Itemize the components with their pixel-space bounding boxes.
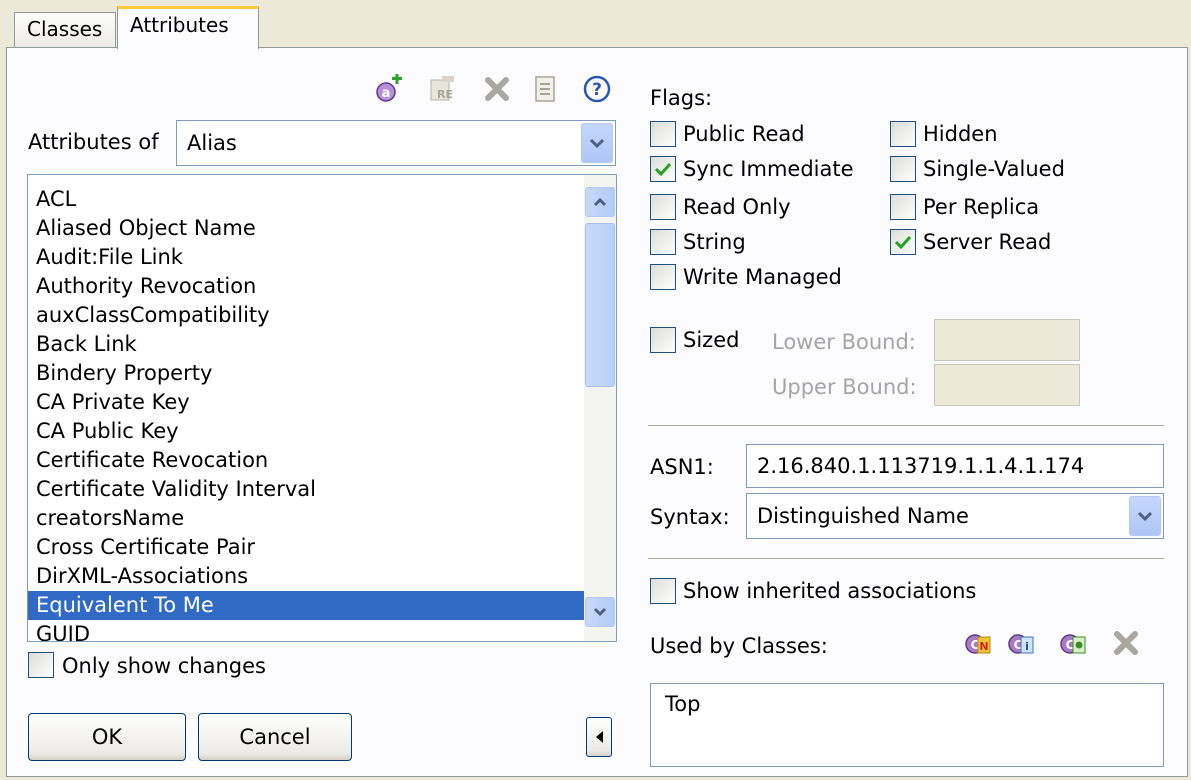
server-read-label: Server Read bbox=[923, 230, 1052, 254]
attribute-list-item[interactable]: Audit:File Link bbox=[28, 243, 584, 272]
checkmark-icon bbox=[654, 162, 672, 177]
new-class-icon[interactable]: C N bbox=[963, 628, 993, 658]
attribute-list[interactable]: ACL Aliased Object Name Audit:File Link Aut… bbox=[27, 174, 617, 642]
attribute-list-item[interactable]: Aliased Object Name bbox=[28, 214, 584, 243]
attribute-list-item[interactable]: CA Public Key bbox=[28, 417, 584, 446]
show-inherited-checkbox[interactable] bbox=[650, 578, 676, 604]
tab-strip: Classes Attributes bbox=[0, 0, 1191, 49]
scroll-down-icon[interactable] bbox=[585, 597, 615, 627]
scroll-thumb[interactable] bbox=[585, 223, 615, 387]
attributes-of-value: Alias bbox=[187, 131, 237, 155]
sized-label: Sized bbox=[683, 328, 740, 352]
sync-immediate-label: Sync Immediate bbox=[683, 157, 854, 181]
tab-classes-label: Classes bbox=[27, 17, 103, 41]
attribute-list-item[interactable]: ACL bbox=[28, 185, 584, 214]
checkmark-icon bbox=[894, 235, 912, 250]
syntax-select[interactable]: Distinguished Name bbox=[746, 493, 1164, 539]
ok-button[interactable]: OK bbox=[28, 713, 186, 761]
only-show-changes-label: Only show changes bbox=[62, 654, 266, 678]
attribute-list-item[interactable]: Back Link bbox=[28, 330, 584, 359]
asn1-value: 2.16.840.1.113719.1.1.4.1.174 bbox=[757, 454, 1085, 478]
only-show-changes-checkbox[interactable] bbox=[28, 652, 54, 678]
cancel-button[interactable]: Cancel bbox=[198, 713, 352, 761]
svg-text:a: a bbox=[382, 86, 391, 101]
cancel-button-label: Cancel bbox=[239, 725, 311, 749]
attribute-list-item[interactable]: Bindery Property bbox=[28, 359, 584, 388]
divider-bottom bbox=[648, 558, 1164, 560]
single-valued-label: Single-Valued bbox=[923, 157, 1065, 181]
attribute-list-item[interactable]: Authority Revocation bbox=[28, 272, 584, 301]
hidden-label: Hidden bbox=[923, 122, 998, 146]
upper-bound-label: Upper Bound: bbox=[772, 375, 917, 399]
scroll-up-icon[interactable] bbox=[585, 187, 615, 217]
sync-immediate-checkbox[interactable] bbox=[650, 156, 676, 182]
delete-icon bbox=[482, 74, 512, 104]
show-inherited-label: Show inherited associations bbox=[683, 579, 977, 603]
svg-text:i: i bbox=[1025, 640, 1029, 653]
ok-button-label: OK bbox=[91, 725, 123, 749]
chevron-down-icon[interactable] bbox=[1129, 496, 1161, 536]
lower-bound-label: Lower Bound: bbox=[772, 330, 916, 354]
public-read-checkbox[interactable] bbox=[650, 121, 676, 147]
used-by-classes-list[interactable]: Top bbox=[650, 683, 1164, 767]
svg-text:N: N bbox=[979, 640, 988, 653]
class-info-icon[interactable]: C i bbox=[1006, 628, 1036, 658]
attribute-list-item[interactable]: CA Private Key bbox=[28, 388, 584, 417]
tab-attributes-label: Attributes bbox=[130, 13, 229, 37]
triangle-left-icon bbox=[594, 725, 604, 749]
syntax-value: Distinguished Name bbox=[757, 504, 969, 528]
remove-class-icon bbox=[1111, 628, 1141, 658]
svg-text:RE: RE bbox=[437, 88, 453, 101]
add-attribute-icon[interactable]: a bbox=[374, 74, 404, 104]
hidden-checkbox[interactable] bbox=[890, 121, 916, 147]
public-read-label: Public Read bbox=[683, 122, 805, 146]
string-label: String bbox=[683, 230, 746, 254]
rename-icon: RE bbox=[428, 74, 458, 104]
string-checkbox[interactable] bbox=[650, 229, 676, 255]
class-settings-icon[interactable]: C bbox=[1058, 628, 1088, 658]
sized-checkbox[interactable] bbox=[650, 327, 676, 353]
flags-title: Flags: bbox=[650, 86, 713, 110]
svg-text:?: ? bbox=[592, 80, 602, 100]
attributes-of-label: Attributes of bbox=[28, 130, 159, 154]
write-managed-label: Write Managed bbox=[683, 265, 842, 289]
upper-bound-field bbox=[934, 364, 1080, 406]
attribute-list-item[interactable]: Equivalent To Me bbox=[28, 591, 584, 620]
help-icon[interactable]: ? bbox=[582, 74, 612, 104]
lower-bound-field bbox=[934, 319, 1080, 361]
syntax-label: Syntax: bbox=[650, 505, 730, 529]
attribute-list-item[interactable]: auxClassCompatibility bbox=[28, 301, 584, 330]
asn1-label: ASN1: bbox=[650, 455, 714, 479]
write-managed-checkbox[interactable] bbox=[650, 264, 676, 290]
read-only-checkbox[interactable] bbox=[650, 194, 676, 220]
attribute-list-item[interactable]: creatorsName bbox=[28, 504, 584, 533]
collapse-panel-button[interactable] bbox=[586, 717, 612, 757]
properties-icon bbox=[530, 74, 560, 104]
attribute-list-item[interactable]: Certificate Revocation bbox=[28, 446, 584, 475]
tab-classes[interactable]: Classes bbox=[14, 12, 116, 48]
asn1-field[interactable]: 2.16.840.1.113719.1.1.4.1.174 bbox=[746, 444, 1164, 488]
used-by-classes-label: Used by Classes: bbox=[650, 634, 828, 658]
attribute-list-item[interactable]: Cross Certificate Pair bbox=[28, 533, 584, 562]
attribute-list-items: ACL Aliased Object Name Audit:File Link Aut… bbox=[28, 185, 584, 641]
attributes-of-select[interactable]: Alias bbox=[176, 120, 616, 166]
attribute-list-item[interactable]: DirXML-Associations bbox=[28, 562, 584, 591]
divider-top bbox=[648, 425, 1164, 427]
attribute-list-item[interactable]: Certificate Validity Interval bbox=[28, 475, 584, 504]
single-valued-checkbox[interactable] bbox=[890, 156, 916, 182]
attribute-list-item[interactable]: GUID bbox=[28, 620, 584, 641]
used-by-class-item[interactable]: Top bbox=[665, 692, 700, 716]
tab-attributes[interactable]: Attributes bbox=[117, 6, 259, 49]
per-replica-checkbox[interactable] bbox=[890, 194, 916, 220]
attribute-list-scrollbar[interactable] bbox=[584, 175, 616, 641]
read-only-label: Read Only bbox=[683, 195, 791, 219]
server-read-checkbox[interactable] bbox=[890, 229, 916, 255]
chevron-down-icon[interactable] bbox=[581, 123, 613, 163]
per-replica-label: Per Replica bbox=[923, 195, 1040, 219]
